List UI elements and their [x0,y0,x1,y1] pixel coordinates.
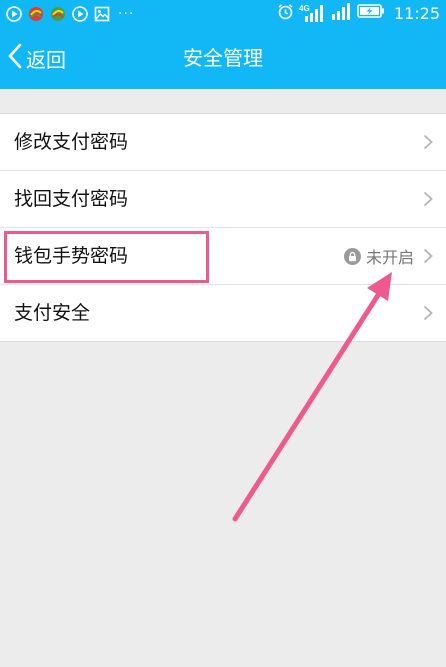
back-button[interactable]: 返回 [8,39,66,77]
play-icon [6,5,22,22]
image-icon [94,6,110,22]
menu-item-recover-payment-password[interactable]: 找回支付密码 [0,171,446,228]
back-label: 返回 [26,47,66,72]
network-type-label: 4G [299,4,310,13]
menu-item-wallet-gesture-password[interactable]: 钱包手势密码 未开启 [0,228,446,285]
gesture-password-status: 未开启 [343,228,414,284]
app-icon [28,6,44,22]
alarm-icon [277,3,294,24]
menu-item-label: 修改支付密码 [14,131,129,153]
lock-icon [343,247,361,265]
notification-icons: ··· [6,4,134,23]
clock: 11:25 [393,3,440,23]
menu-item-label: 找回支付密码 [14,188,129,210]
signal-icon: 4G [299,3,325,23]
battery-charging-icon [357,3,385,23]
settings-list: 修改支付密码 找回支付密码 钱包手势密码 未开启 支付安全 [0,113,446,342]
menu-item-label: 钱包手势密码 [14,245,129,267]
chevron-right-icon [423,305,433,321]
page-title: 安全管理 [183,46,263,70]
menu-item-payment-security[interactable]: 支付安全 [0,285,446,341]
title-bar: 安全管理 返回 [0,27,446,89]
play-icon [72,5,88,22]
chevron-right-icon [423,248,433,264]
system-icons: 4G 11:25 [277,3,440,23]
app-icon [50,6,66,22]
chevron-right-icon [423,191,433,207]
chevron-right-icon [423,134,433,150]
more-notifications-indicator: ··· [118,5,135,22]
menu-item-change-payment-password[interactable]: 修改支付密码 [0,114,446,171]
menu-item-label: 支付安全 [14,302,91,324]
chevron-left-icon [8,43,22,73]
signal-icon [330,1,352,25]
status-text: 未开启 [365,248,414,267]
status-bar: ··· 4G 11:25 [0,0,446,27]
